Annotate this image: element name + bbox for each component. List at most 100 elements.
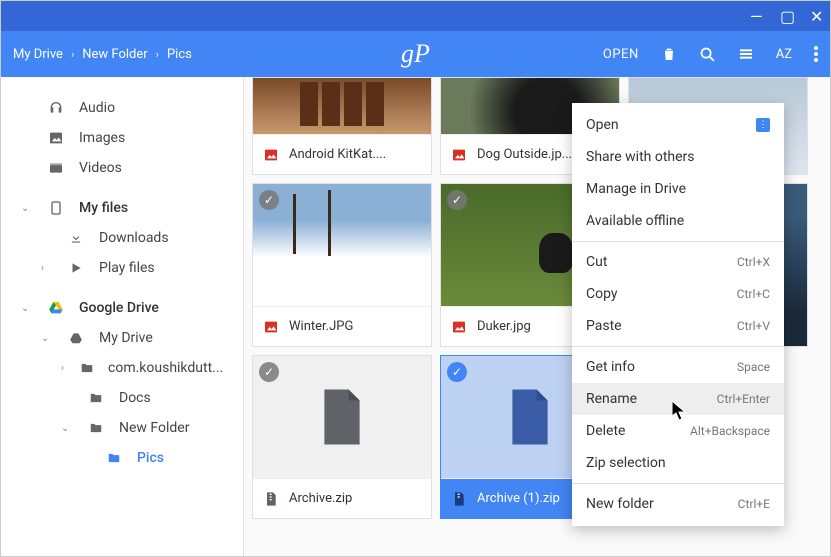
image-file-icon — [263, 319, 279, 335]
menu-shortcut: Space — [737, 360, 770, 374]
folder-icon — [105, 451, 123, 465]
menu-item-label: Get info — [586, 359, 635, 375]
sidebar-item-label: My Drive — [99, 330, 153, 346]
menu-item-zip-selection[interactable]: Zip selection — [572, 447, 784, 479]
menu-item-label: Share with others — [586, 149, 695, 165]
folder-icon — [87, 391, 105, 405]
chevron-down-icon: ⌄ — [41, 333, 51, 344]
sidebar-item-label: Pics — [137, 450, 164, 466]
search-icon[interactable] — [699, 46, 716, 63]
file-name: Dog Outside.jp... — [477, 147, 572, 162]
sidebar-item-label: Docs — [119, 390, 151, 406]
file-caption: Android KitKat.... — [253, 134, 431, 174]
check-icon: ✓ — [259, 190, 279, 210]
sidebar-item-google-drive[interactable]: ⌄ Google Drive — [1, 293, 243, 323]
toolbar-right: OPEN AZ — [603, 46, 818, 63]
sidebar-item-pics[interactable]: Pics — [1, 443, 243, 473]
sidebar-item-label: Play files — [99, 260, 155, 276]
app-icon: ⋮ — [756, 118, 770, 132]
mouse-cursor-icon — [672, 401, 688, 421]
menu-item-get-info[interactable]: Get info Space — [572, 351, 784, 383]
chevron-down-icon: ⌄ — [21, 203, 31, 214]
file-card[interactable]: ✓ Archive.zip — [252, 355, 432, 519]
sidebar-item-new-folder[interactable]: ⌄ New Folder — [1, 413, 243, 443]
menu-item-label: Manage in Drive — [586, 181, 686, 197]
menu-shortcut: Ctrl+Enter — [717, 392, 770, 406]
breadcrumb-my-drive[interactable]: My Drive — [13, 47, 63, 62]
sidebar-item-docs[interactable]: Docs — [1, 383, 243, 413]
check-icon: ✓ — [259, 362, 279, 382]
menu-item-label: Cut — [586, 254, 607, 270]
menu-item-cut[interactable]: Cut Ctrl+X — [572, 246, 784, 278]
sidebar-item-downloads[interactable]: Downloads — [1, 223, 243, 253]
chevron-down-icon: ⌄ — [21, 303, 31, 314]
headphones-icon — [47, 100, 65, 116]
thumbnail: ✓ — [253, 184, 431, 306]
chevron-right-icon: › — [61, 363, 64, 374]
sidebar-item-label: New Folder — [119, 420, 189, 436]
open-button[interactable]: OPEN — [603, 47, 639, 62]
menu-item-copy[interactable]: Copy Ctrl+C — [572, 278, 784, 310]
folder-icon — [80, 361, 94, 375]
minimize-button[interactable]: — — [750, 7, 762, 26]
menu-item-label: Open — [586, 117, 619, 133]
delete-icon[interactable] — [661, 46, 677, 62]
check-icon: ✓ — [447, 362, 467, 382]
folder-icon — [87, 421, 105, 435]
menu-item-label: New folder — [586, 496, 654, 512]
google-drive-icon — [47, 300, 65, 316]
sidebar-item-videos[interactable]: Videos — [1, 153, 243, 183]
breadcrumb-new-folder[interactable]: New Folder — [82, 47, 147, 62]
sidebar-item-label: com.koushikdutt... — [108, 360, 223, 376]
zip-file-icon — [263, 491, 279, 507]
file-card[interactable]: Android KitKat.... — [252, 77, 432, 175]
toolbar: My Drive › New Folder › Pics gP OPEN AZ — [1, 31, 830, 77]
menu-shortcut: Ctrl+C — [737, 287, 770, 301]
app-logo: gP — [401, 39, 430, 69]
menu-item-label: Available offline — [586, 213, 684, 229]
file-caption: Archive.zip — [253, 478, 431, 518]
chevron-right-icon: › — [156, 48, 159, 61]
file-name: Android KitKat.... — [289, 147, 386, 162]
menu-item-manage-drive[interactable]: Manage in Drive — [572, 173, 784, 205]
sidebar-item-label: Images — [79, 130, 125, 146]
menu-separator — [572, 346, 784, 347]
menu-item-open[interactable]: Open ⋮ — [572, 109, 784, 141]
device-icon — [47, 200, 65, 216]
more-vert-icon[interactable] — [814, 46, 818, 62]
drive-icon — [67, 331, 85, 345]
menu-item-share[interactable]: Share with others — [572, 141, 784, 173]
sidebar-item-com-koushikdutt[interactable]: › com.koushikdutt... — [1, 353, 243, 383]
image-icon — [47, 130, 65, 146]
file-card[interactable]: ✓ Winter.JPG — [252, 183, 432, 347]
file-caption: Winter.JPG — [253, 306, 431, 346]
close-button[interactable]: ✕ — [810, 7, 822, 26]
play-icon — [67, 261, 85, 275]
breadcrumb-pics[interactable]: Pics — [167, 47, 192, 62]
sidebar-item-play-files[interactable]: › Play files — [1, 253, 243, 283]
menu-shortcut: Alt+Backspace — [690, 424, 770, 438]
menu-shortcut: Ctrl+X — [737, 255, 770, 269]
file-name: Winter.JPG — [289, 319, 353, 334]
video-icon — [47, 160, 65, 176]
download-icon — [67, 231, 85, 245]
menu-separator — [572, 241, 784, 242]
sidebar-item-my-files[interactable]: ⌄ My files — [1, 193, 243, 223]
maximize-button[interactable]: ▢ — [780, 7, 792, 26]
sidebar-item-label: Audio — [79, 100, 115, 116]
menu-item-label: Delete — [586, 423, 625, 439]
image-file-icon — [451, 147, 467, 163]
menu-item-label: Copy — [586, 286, 618, 302]
sort-az-icon[interactable]: AZ — [776, 47, 792, 62]
sidebar-item-images[interactable]: Images — [1, 123, 243, 153]
menu-item-available-offline[interactable]: Available offline — [572, 205, 784, 237]
menu-item-label: Zip selection — [586, 455, 666, 471]
sidebar-item-my-drive[interactable]: ⌄ My Drive — [1, 323, 243, 353]
context-menu: Open ⋮ Share with others Manage in Drive… — [572, 103, 784, 526]
sidebar-item-audio[interactable]: Audio — [1, 93, 243, 123]
zip-file-icon — [451, 491, 467, 507]
menu-item-label: Paste — [586, 318, 622, 334]
menu-item-new-folder[interactable]: New folderCtrl+E — [572, 488, 784, 520]
view-list-icon[interactable] — [738, 46, 754, 62]
menu-item-paste[interactable]: PasteCtrl+V — [572, 310, 784, 342]
